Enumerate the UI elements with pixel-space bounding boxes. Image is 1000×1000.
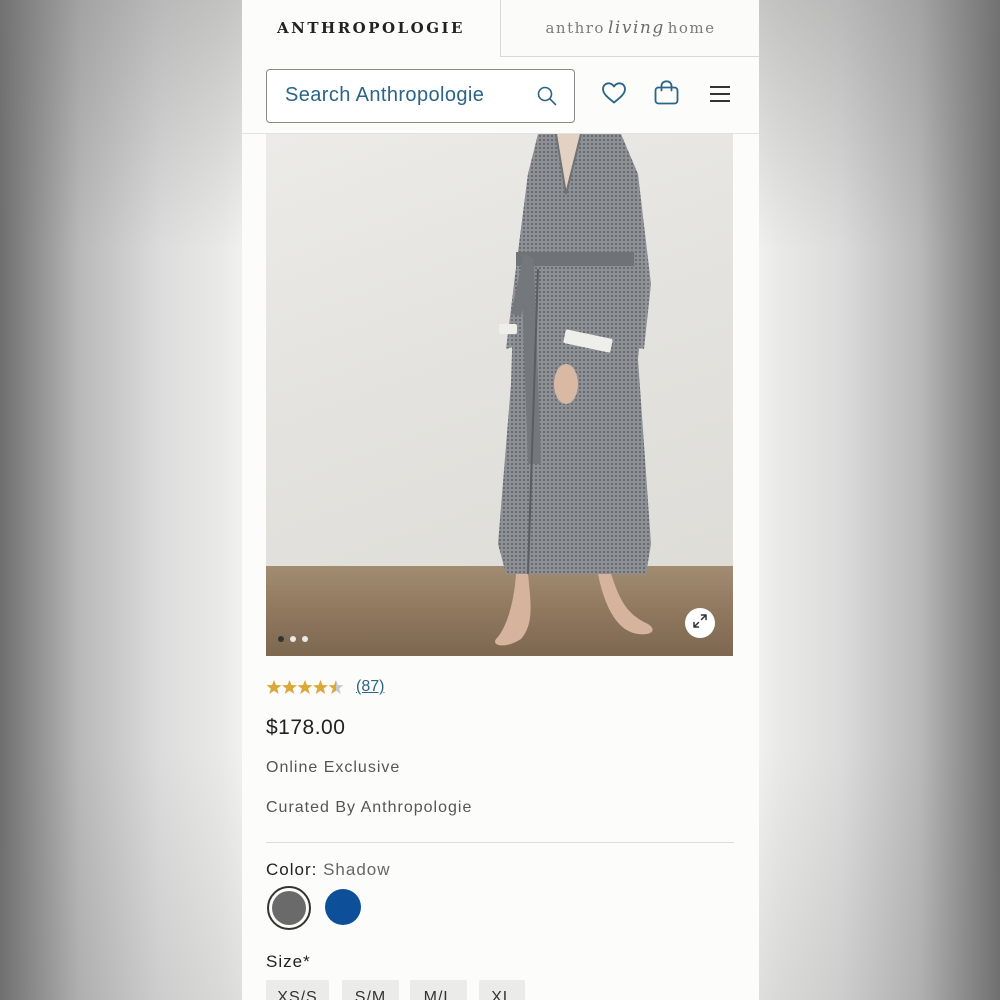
search-placeholder: Search Anthropologie <box>285 84 485 106</box>
product-price: $178.00 <box>266 716 346 739</box>
shopping-bag-icon[interactable] <box>653 79 680 110</box>
expand-image-button[interactable] <box>685 608 715 638</box>
size-label: Size* <box>266 952 311 971</box>
stars-icon <box>266 680 344 694</box>
review-count-link[interactable]: (87) <box>356 678 384 696</box>
hamburger-menu-icon[interactable] <box>709 85 731 107</box>
swatch-fill <box>272 891 306 925</box>
robe-model-illustration <box>495 134 653 646</box>
color-value: Shadow <box>323 860 391 879</box>
star-rating <box>266 679 344 695</box>
tab-anthropologie-label: ANTHROPOLOGIE <box>277 19 465 37</box>
heart-icon[interactable] <box>601 81 627 109</box>
mobile-screen: ANTHROPOLOGIE anthro living home Search … <box>242 0 759 1000</box>
carousel-dot[interactable] <box>278 636 284 642</box>
size-button-s-m[interactable]: S/M <box>342 980 399 1000</box>
color-swatch-shadow[interactable] <box>267 886 311 930</box>
site-header: Search Anthropologie <box>242 57 759 134</box>
tab-anthro-living-home[interactable]: anthro living home <box>500 0 759 57</box>
tab-anthropologie[interactable]: ANTHROPOLOGIE <box>242 0 500 56</box>
size-button-xs-s[interactable]: XS/S <box>266 980 329 1000</box>
brand-tabs: ANTHROPOLOGIE anthro living home <box>242 0 759 57</box>
color-label: Color: Shadow <box>266 860 391 880</box>
size-button-xl[interactable]: XL <box>479 980 525 1000</box>
carousel-dot[interactable] <box>302 636 308 642</box>
divider <box>266 842 734 843</box>
rating-row: (87) <box>266 678 384 696</box>
search-input[interactable]: Search Anthropologie <box>266 69 575 123</box>
color-label-text: Color: <box>266 860 318 879</box>
tab-living-prefix: anthro <box>545 19 605 37</box>
search-icon[interactable] <box>536 85 558 111</box>
curated-by-label: Curated By Anthropologie <box>266 799 473 816</box>
carousel-dot[interactable] <box>290 636 296 642</box>
tab-living-script: living <box>607 18 665 38</box>
online-exclusive-label: Online Exclusive <box>266 759 401 776</box>
color-swatch-blue[interactable] <box>325 889 361 925</box>
size-button-m-l[interactable]: M/L <box>410 980 467 1000</box>
carousel-dots <box>278 636 308 642</box>
expand-icon <box>692 613 708 633</box>
product-image[interactable] <box>266 134 733 656</box>
tab-living-suffix: home <box>667 19 716 37</box>
